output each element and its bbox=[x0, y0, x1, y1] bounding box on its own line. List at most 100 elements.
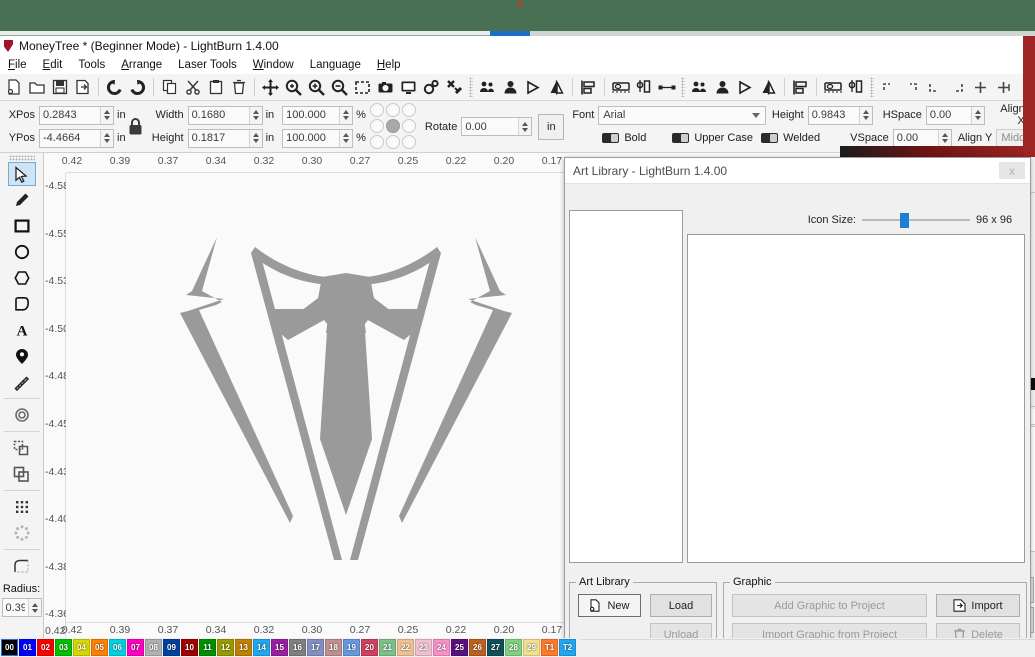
machine-settings-icon[interactable] bbox=[444, 76, 465, 98]
upper-case-toggle[interactable]: Upper Case bbox=[672, 132, 753, 144]
rotate-stepper[interactable] bbox=[461, 117, 533, 136]
zoom-to-fit-icon[interactable] bbox=[283, 76, 304, 98]
polygon-tool[interactable] bbox=[8, 266, 36, 290]
move-icon[interactable] bbox=[260, 76, 281, 98]
node-edit-icon[interactable] bbox=[656, 76, 677, 98]
anchor-top-right[interactable] bbox=[401, 103, 416, 117]
copy-icon[interactable] bbox=[159, 76, 180, 98]
toolbar-grip[interactable] bbox=[469, 77, 473, 97]
rotate-input[interactable] bbox=[462, 118, 519, 135]
hspace-stepper[interactable] bbox=[925, 105, 985, 125]
palette-swatch-21[interactable]: 21 bbox=[379, 639, 396, 656]
palette-swatch-06[interactable]: 06 bbox=[109, 639, 126, 656]
palette-swatch-29[interactable]: 29 bbox=[523, 639, 540, 656]
anchor-top-center[interactable] bbox=[385, 103, 400, 117]
save-as-icon[interactable] bbox=[72, 76, 93, 98]
palette-swatch-05[interactable]: 05 bbox=[91, 639, 108, 656]
flip-horizontal-icon-2[interactable] bbox=[735, 76, 756, 98]
hspace-spin-arrows[interactable] bbox=[970, 106, 984, 124]
palette-swatch-07[interactable]: 07 bbox=[127, 639, 144, 656]
palette-swatch-15[interactable]: 15 bbox=[271, 639, 288, 656]
redo-icon[interactable] bbox=[127, 76, 148, 98]
group-icon[interactable] bbox=[477, 76, 498, 98]
align-icon[interactable] bbox=[578, 76, 599, 98]
xpos-spin-arrows[interactable] bbox=[100, 106, 113, 124]
text-height-input[interactable] bbox=[808, 106, 859, 124]
dialog-title-bar[interactable]: Art Library - LightBurn 1.4.00 x bbox=[565, 158, 1030, 184]
anchor-bottom-center[interactable] bbox=[385, 135, 400, 149]
menu-edit[interactable]: Edit bbox=[35, 58, 71, 72]
padlock-locked-icon[interactable] bbox=[126, 117, 146, 136]
height-stepper[interactable] bbox=[187, 128, 263, 148]
frame-icon[interactable] bbox=[375, 76, 396, 98]
corner-br-icon[interactable] bbox=[924, 76, 945, 98]
palette-swatch-04[interactable]: 04 bbox=[73, 639, 90, 656]
menu-laser-tools[interactable]: Laser Tools bbox=[170, 58, 245, 72]
palette-swatch-19[interactable]: 19 bbox=[343, 639, 360, 656]
width-percent-stepper[interactable] bbox=[282, 105, 354, 125]
units-toggle-button[interactable]: in bbox=[538, 113, 565, 140]
palette-swatch-20[interactable]: 20 bbox=[361, 639, 378, 656]
welded-toggle[interactable]: Welded bbox=[761, 132, 820, 144]
palette-swatch-T1[interactable]: T1 bbox=[541, 639, 558, 656]
palette-swatch-02[interactable]: 02 bbox=[37, 639, 54, 656]
height-percent-stepper[interactable] bbox=[282, 128, 354, 148]
color-palette[interactable]: 00 01 02 03 04 05 06 07 08 09 10 11 12 13 14 15 16 17 18 19… bbox=[0, 638, 1035, 657]
close-icon[interactable]: x bbox=[999, 162, 1025, 179]
preview-icon[interactable] bbox=[398, 76, 419, 98]
palette-swatch-17[interactable]: 17 bbox=[307, 639, 324, 656]
palette-swatch-12[interactable]: 12 bbox=[217, 639, 234, 656]
width-percent-input[interactable] bbox=[283, 106, 340, 124]
paste-icon[interactable] bbox=[205, 76, 226, 98]
icon-size-slider[interactable] bbox=[862, 212, 970, 228]
rectangle-tool[interactable] bbox=[8, 214, 36, 238]
new-library-button[interactable]: New bbox=[578, 594, 641, 617]
anchor-bottom-right[interactable] bbox=[401, 135, 416, 149]
text-tool[interactable]: A bbox=[8, 318, 36, 342]
palette-swatch-16[interactable]: 16 bbox=[289, 639, 306, 656]
palette-swatch-14[interactable]: 14 bbox=[253, 639, 270, 656]
undo-icon[interactable] bbox=[104, 76, 125, 98]
radius-input[interactable] bbox=[2, 599, 28, 616]
corner-tl-icon[interactable] bbox=[878, 76, 899, 98]
closed-shape-tool[interactable] bbox=[8, 292, 36, 316]
ungroup-icon[interactable] bbox=[500, 76, 521, 98]
menu-language[interactable]: Language bbox=[302, 58, 369, 72]
align-icon-2[interactable] bbox=[790, 76, 811, 98]
position-marker-tool[interactable] bbox=[8, 344, 36, 368]
tool-palette-grip[interactable] bbox=[8, 155, 35, 161]
load-library-button[interactable]: Load bbox=[650, 594, 712, 617]
ellipse-tool[interactable] bbox=[8, 240, 36, 264]
ypos-input[interactable] bbox=[40, 129, 100, 147]
flip-vertical-icon-2[interactable] bbox=[758, 76, 779, 98]
palette-swatch-26[interactable]: 26 bbox=[469, 639, 486, 656]
palette-swatch-09[interactable]: 09 bbox=[163, 639, 180, 656]
anchor-point-selector[interactable] bbox=[369, 103, 417, 150]
palette-swatch-25[interactable]: 25 bbox=[451, 639, 468, 656]
height-percent-spin-arrows[interactable] bbox=[339, 129, 353, 147]
menu-help[interactable]: Help bbox=[369, 58, 409, 72]
ungroup-icon-2[interactable] bbox=[712, 76, 733, 98]
height-input[interactable] bbox=[188, 129, 249, 147]
select-tool[interactable] bbox=[7, 162, 36, 186]
grid-array-tool[interactable] bbox=[8, 495, 36, 519]
boolean-tool[interactable] bbox=[8, 436, 36, 460]
vspace-spin-arrows[interactable] bbox=[937, 129, 951, 147]
menu-arrange[interactable]: Arrange bbox=[113, 58, 170, 72]
save-icon[interactable] bbox=[49, 76, 70, 98]
flip-horizontal-icon[interactable] bbox=[523, 76, 544, 98]
palette-swatch-11[interactable]: 11 bbox=[199, 639, 216, 656]
graphic-thumbnail-grid[interactable] bbox=[687, 234, 1025, 563]
hspace-input[interactable] bbox=[926, 106, 971, 124]
boolean-icon-2[interactable] bbox=[845, 76, 866, 98]
height-spin-arrows[interactable] bbox=[248, 129, 262, 147]
measure-tool[interactable] bbox=[8, 370, 36, 394]
radius-stepper[interactable] bbox=[1, 598, 42, 617]
duplicate-tool[interactable] bbox=[8, 462, 36, 486]
palette-swatch-22[interactable]: 22 bbox=[397, 639, 414, 656]
text-height-spin-arrows[interactable] bbox=[858, 106, 872, 124]
radius-spin-arrows[interactable] bbox=[27, 599, 41, 616]
xpos-input[interactable] bbox=[40, 106, 100, 124]
width-percent-spin-arrows[interactable] bbox=[339, 106, 353, 124]
width-spin-arrows[interactable] bbox=[248, 106, 262, 124]
